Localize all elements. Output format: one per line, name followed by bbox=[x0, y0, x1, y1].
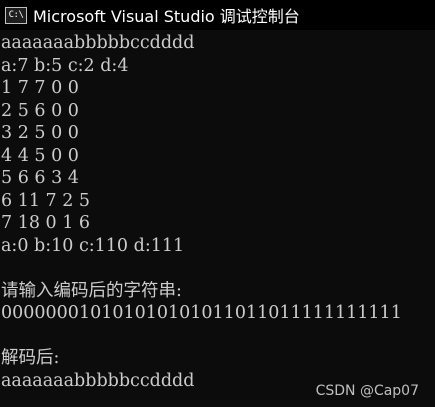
console-line: 4 4 5 0 0 bbox=[1, 145, 79, 166]
window-title: Microsoft Visual Studio 调试控制台 bbox=[33, 7, 300, 26]
console-line: a:7 b:5 c:2 d:4 bbox=[1, 55, 129, 76]
console-prompt-line: 请输入编码后的字符串: bbox=[1, 280, 182, 301]
console-line: 1 7 7 0 0 bbox=[1, 78, 79, 98]
console-app-icon: C:\ bbox=[5, 6, 27, 24]
console-line: 6 11 7 2 5 bbox=[1, 190, 91, 211]
title-bar[interactable]: C:\ Microsoft Visual Studio 调试控制台 bbox=[0, 0, 435, 30]
console-line: 2 5 6 0 0 bbox=[1, 100, 79, 121]
console-input-line: 000000010101010101011011011111111111 bbox=[1, 303, 402, 323]
console-line: a:0 b:10 c:110 d:111 bbox=[1, 235, 185, 256]
console-output[interactable]: aaaaaaabbbbbccdddd a:7 b:5 c:2 d:4 1 7 7… bbox=[0, 32, 435, 407]
console-line: aaaaaaabbbbbccdddd bbox=[1, 33, 195, 53]
console-window: C:\ Microsoft Visual Studio 调试控制台 aaaaaa… bbox=[0, 0, 435, 407]
watermark-text: CSDN @Cap07 bbox=[315, 383, 419, 399]
console-result-label: 解码后: bbox=[1, 348, 60, 368]
console-line: 7 18 0 1 6 bbox=[1, 213, 91, 233]
console-line: 5 6 6 3 4 bbox=[1, 168, 79, 188]
console-line: 3 2 5 0 0 bbox=[1, 123, 79, 143]
